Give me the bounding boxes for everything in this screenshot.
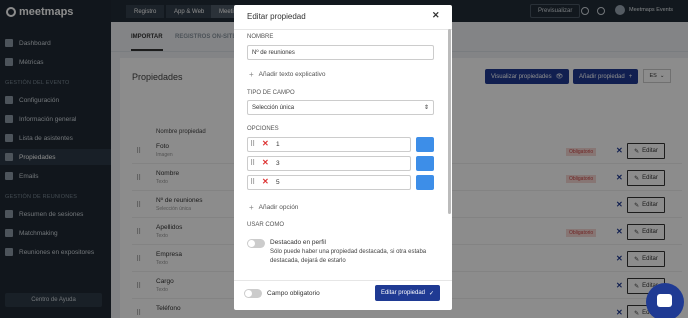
name-label: NOMBRE (247, 34, 274, 40)
option-color-button[interactable] (416, 137, 434, 152)
option-row[interactable]: ⠿ ✕ 1 (247, 137, 411, 152)
option-value: 5 (276, 179, 280, 186)
add-option-link[interactable]: + Añadir opción (249, 203, 298, 212)
featured-label: Destacado en perfil (270, 239, 327, 246)
sort-arrows-icon: ⇕ (423, 105, 429, 111)
required-label: Campo obligatorio (267, 290, 320, 297)
field-type-label: TIPO DE CAMPO (247, 90, 295, 96)
delete-option-icon[interactable]: ✕ (262, 139, 269, 148)
drag-handle-icon[interactable]: ⠿ (250, 159, 255, 167)
chat-bubble-icon[interactable] (646, 283, 684, 318)
option-value: 3 (276, 160, 280, 167)
plus-icon: + (249, 70, 254, 79)
delete-option-icon[interactable]: ✕ (262, 177, 269, 186)
link-label: Añadir opción (258, 204, 299, 211)
options-label: OPCIONES (247, 126, 279, 132)
plus-icon: + (249, 203, 254, 212)
divider (234, 29, 452, 30)
name-field[interactable]: Nº de reuniones (247, 45, 434, 60)
featured-toggle[interactable] (247, 239, 265, 248)
use-as-label: USAR COMO (247, 222, 285, 228)
modal-scrollbar[interactable] (448, 29, 451, 214)
edit-property-modal: Editar propiedad ✕ NOMBRE Nº de reunione… (234, 5, 452, 310)
edit-property-submit-button[interactable]: Editar propiedad ✓ (375, 285, 440, 301)
featured-description: Sólo puede haber una propiedad destacada… (270, 249, 427, 264)
select-value: Selección única (252, 104, 295, 111)
option-row[interactable]: ⠿ ✕ 5 (247, 175, 411, 190)
add-help-text-link[interactable]: + Añadir texto explicativo (249, 70, 326, 79)
close-icon[interactable]: ✕ (432, 10, 440, 21)
divider (234, 280, 452, 281)
drag-handle-icon[interactable]: ⠿ (250, 140, 255, 148)
link-label: Añadir texto explicativo (258, 71, 326, 78)
delete-option-icon[interactable]: ✕ (262, 158, 269, 167)
drag-handle-icon[interactable]: ⠿ (250, 178, 255, 186)
required-toggle[interactable] (244, 289, 262, 298)
option-color-button[interactable] (416, 175, 434, 190)
check-icon: ✓ (429, 290, 435, 297)
option-row[interactable]: ⠿ ✕ 3 (247, 156, 411, 171)
option-value: 1 (276, 141, 280, 148)
modal-title: Editar propiedad (247, 12, 306, 21)
option-color-button[interactable] (416, 156, 434, 171)
button-label: Editar propiedad (380, 290, 425, 296)
field-type-select[interactable]: Selección única ⇕ (247, 100, 434, 115)
